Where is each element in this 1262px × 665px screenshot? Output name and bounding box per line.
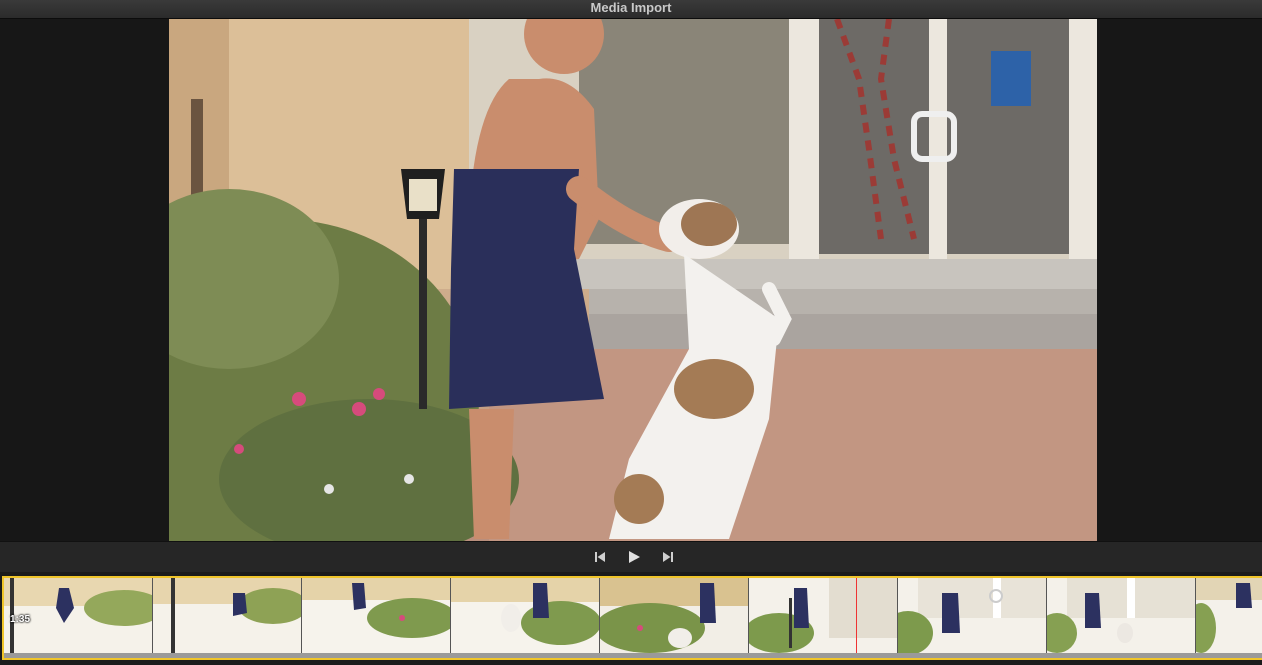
filmstrip-thumbnail[interactable] bbox=[1047, 578, 1196, 658]
skip-back-icon bbox=[595, 552, 605, 562]
preview-image bbox=[169, 19, 1097, 541]
skip-forward-icon bbox=[663, 552, 673, 562]
skip-forward-button[interactable] bbox=[659, 548, 677, 566]
filmstrip-thumbnail[interactable] bbox=[749, 578, 898, 658]
window-title: Media Import bbox=[590, 0, 672, 15]
window-title-bar: Media Import bbox=[0, 0, 1262, 19]
filmstrip-thumbnail[interactable] bbox=[302, 578, 451, 658]
skimmer-playhead[interactable] bbox=[856, 578, 857, 658]
filmstrip-audio-bar bbox=[4, 653, 1262, 658]
filmstrip-thumbnail[interactable] bbox=[1196, 578, 1262, 658]
clip-filmstrip[interactable]: 1:35 bbox=[2, 576, 1262, 660]
filmstrip-thumbnail[interactable] bbox=[898, 578, 1047, 658]
filmstrip-thumbnail[interactable] bbox=[600, 578, 749, 658]
transport-controls bbox=[0, 541, 1262, 573]
clip-timecode: 1:35 bbox=[10, 614, 31, 625]
skip-back-button[interactable] bbox=[591, 548, 609, 566]
video-preview-frame bbox=[169, 19, 1097, 541]
filmstrip-panel: 1:35 bbox=[0, 572, 1262, 665]
viewer-panel bbox=[0, 19, 1262, 541]
play-icon bbox=[629, 551, 640, 563]
play-button[interactable] bbox=[625, 548, 643, 566]
filmstrip-thumbnail[interactable] bbox=[451, 578, 600, 658]
filmstrip-thumbnail[interactable] bbox=[153, 578, 302, 658]
